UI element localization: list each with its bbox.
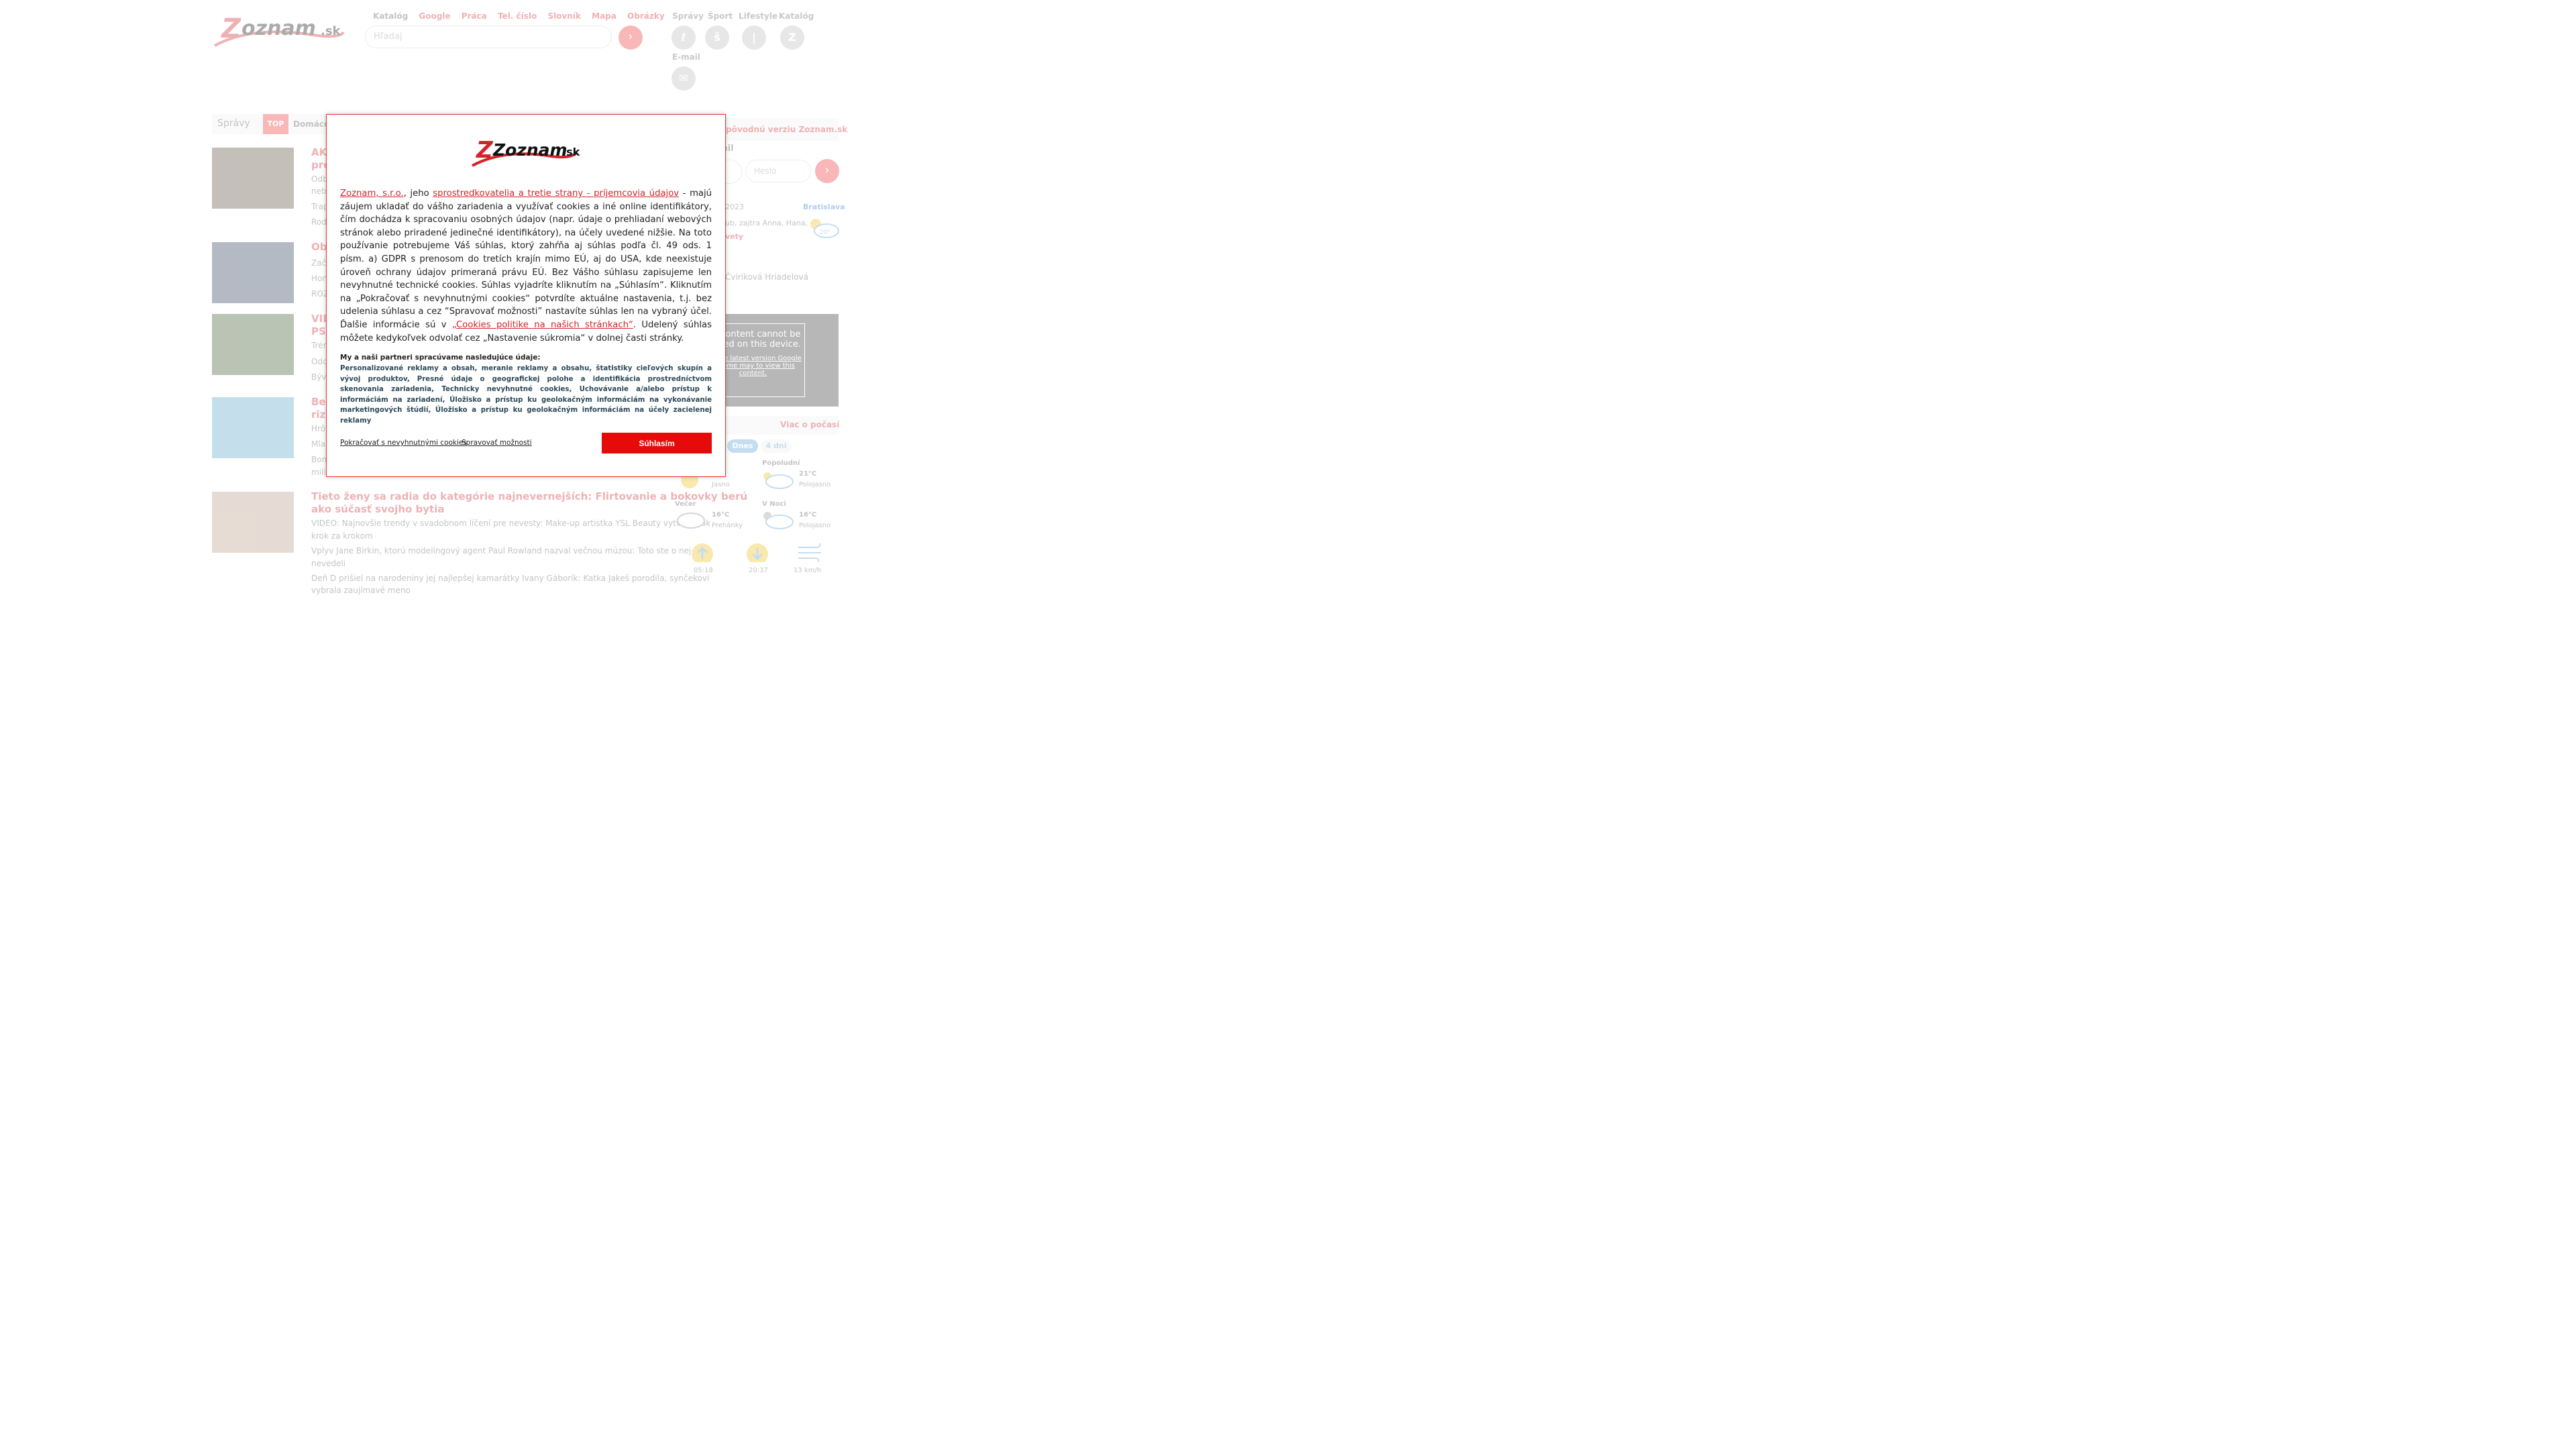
manage-options-link[interactable]: Spravovať možnosti (462, 439, 532, 447)
article-sub[interactable]: nevedeli (311, 557, 345, 570)
purposes-list: Personalizované reklamy a obsah, meranie… (340, 365, 712, 425)
tab-domace[interactable]: Domáce (293, 119, 329, 129)
link-mapa[interactable]: Mapa (592, 11, 616, 21)
link-katalog[interactable]: Katalóg (373, 11, 408, 21)
wind-icon (797, 542, 824, 564)
city-link[interactable]: Bratislava (803, 203, 845, 211)
sunrise-icon (688, 542, 717, 565)
weather-period: V Noci (762, 500, 786, 508)
weather-period: Popoludní (762, 460, 800, 467)
lifestyle-icon[interactable]: | (742, 25, 766, 50)
intro-text-part: , jeho (403, 189, 433, 199)
cloud-sun-icon (762, 470, 794, 492)
intro-text-part: - majú záujem ukladať do vášho zariadeni… (340, 189, 712, 330)
sunrise-time: 05:18 (694, 567, 713, 574)
service-katalog-label: Katalóg (779, 11, 814, 21)
password-field[interactable]: Heslo (745, 160, 811, 182)
weather-desc: Prehánky (712, 522, 743, 529)
cloud-moon-icon (762, 510, 794, 533)
spravy-icon[interactable]: ℓ (672, 25, 696, 50)
purposes-heading: My a naši partneri spracúvame nasledujúc… (340, 354, 541, 362)
cookie-consent-dialog: Z Zoznam .sk Zoznam, s.r.o., jeho sprost… (326, 114, 726, 477)
article-image[interactable] (212, 242, 294, 303)
partners-link[interactable]: sprostredkovatelia a tretie strany - prí… (433, 189, 679, 199)
svg-text:Z: Z (476, 137, 494, 164)
cloud-sun-icon: 20° (809, 217, 840, 239)
article-image[interactable] (212, 397, 294, 458)
link-praca[interactable]: Práca (462, 11, 487, 21)
svg-text:Z: Z (220, 13, 241, 44)
date-text: 2023 (725, 203, 744, 211)
article-title-line2[interactable]: ako súčasť svojho bytia (311, 503, 444, 516)
nameday-text: ub, zajtra Anna, Hana, (725, 219, 808, 227)
service-email-label: E-mail (672, 52, 701, 62)
continue-necessary-link[interactable]: Pokračovať s nevyhnutnými cookies (340, 439, 467, 447)
katalog-icon[interactable]: Z (780, 25, 804, 50)
consent-intro-text: Zoznam, s.r.o., jeho sprostredkovatelia … (340, 187, 712, 345)
weather-desc: Polojasno (799, 522, 831, 529)
sunset-icon (743, 542, 772, 565)
temp-now: 20° (820, 229, 830, 236)
article-image[interactable] (212, 314, 294, 375)
weather-temp: 21°C (799, 470, 817, 478)
tab-top[interactable]: TOP (263, 114, 288, 134)
flowers-link[interactable]: vety (725, 232, 743, 241)
service-lifestyle-label: Lifestyle (739, 11, 778, 21)
zoznam-company-link[interactable]: Zoznam, s.r.o. (340, 189, 404, 199)
more-weather-link[interactable]: Viac o počasí (780, 420, 839, 429)
article-sub[interactable]: Deň D prišiel na narodeniny jej najlepše… (311, 572, 709, 585)
article-sub[interactable]: krok za krokom (311, 529, 373, 543)
rain-cloud-icon (675, 510, 707, 533)
accept-button[interactable]: Súhlasím (602, 433, 712, 453)
tab-dnes[interactable]: Dnes (727, 439, 758, 453)
weather-temp: 16°C (799, 511, 817, 519)
service-spravy-label: Správy (672, 11, 704, 21)
article-image[interactable] (212, 492, 294, 553)
link-slovnik[interactable]: Slovník (547, 11, 580, 21)
svg-text:.sk: .sk (562, 146, 580, 158)
article-sub[interactable]: Vplyv Jane Birkin, ktorú modelingový age… (311, 544, 691, 557)
zoznam-logo: Z Zoznam .sk (472, 137, 580, 167)
svg-text:.sk: .sk (321, 24, 341, 38)
search-button[interactable]: › (619, 25, 643, 50)
tab-4-dni[interactable]: 4 dni (761, 439, 792, 453)
svg-text:oznam: oznam (241, 17, 316, 40)
weather-temp: 16°C (712, 511, 730, 519)
sunset-time: 20:37 (749, 567, 768, 574)
wind-speed: 13 km/h (794, 567, 822, 574)
article-image[interactable] (212, 148, 294, 209)
sport-icon[interactable]: š (705, 25, 729, 50)
login-button[interactable]: › (815, 159, 839, 183)
weather-period: Večer (675, 500, 696, 508)
link-tel-cislo[interactable]: Tel. číslo (498, 11, 537, 21)
nav-title: Správy (217, 118, 250, 129)
top-links: Katalóg Google Práca Tel. číslo Slovník … (373, 11, 673, 21)
link-obrazky[interactable]: Obrázky (627, 11, 665, 21)
article-sub[interactable]: VIDEO: Najnovšie trendy v svadobnom líče… (311, 517, 710, 530)
svg-text:Zoznam: Zoznam (492, 140, 568, 160)
cookies-policy-link[interactable]: „Cookies politike na našich stránkach“ (452, 320, 633, 330)
search-input[interactable]: Hľadaj (365, 25, 612, 48)
link-google[interactable]: Google (419, 11, 450, 21)
weather-desc: Jasno (712, 481, 730, 488)
service-sport-label: Šport (708, 11, 733, 21)
zoznam-logo[interactable]: Z oznam .sk (212, 12, 346, 50)
article-sub[interactable]: vybrala zaujímavé meno (311, 584, 411, 597)
weather-desc: Polojasno (799, 481, 831, 488)
email-icon[interactable]: ✉ (672, 66, 696, 91)
author-text: Čvíriková Hriadelová (725, 272, 808, 282)
orig-version-link[interactable]: pôvodnú verziu Zoznam.sk (726, 125, 847, 134)
